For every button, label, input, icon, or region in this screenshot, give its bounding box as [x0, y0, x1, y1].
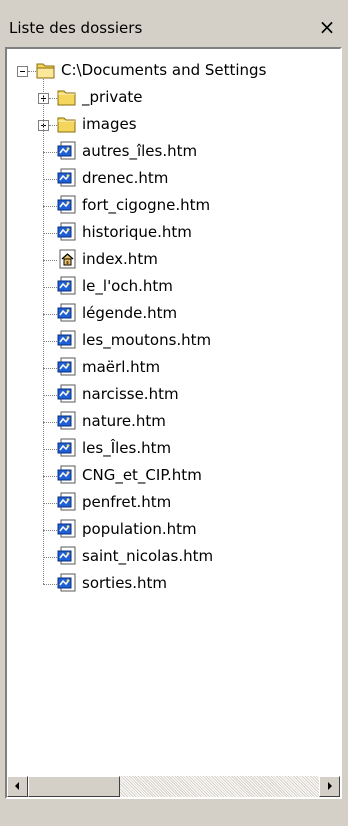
html-page-icon: [57, 222, 77, 242]
tree-file-item[interactable]: maërl.htm: [7, 354, 340, 381]
tree-item-label: saint_nicolas.htm: [82, 547, 214, 565]
tree-folder-item[interactable]: _private: [7, 84, 340, 111]
tree-item-label: le_l'och.htm: [82, 277, 173, 295]
home-page-icon: [57, 249, 77, 269]
folder-tree-view[interactable]: C:\Documents and Settings _privateimages a…: [5, 47, 342, 799]
tree-connector-line: [43, 79, 44, 584]
folder-icon: [57, 87, 77, 107]
tree-file-item[interactable]: drenec.htm: [7, 165, 340, 192]
tree-item-label: historique.htm: [82, 223, 192, 241]
tree-file-item[interactable]: index.htm: [7, 246, 340, 273]
horizontal-scrollbar[interactable]: [7, 776, 340, 797]
html-page-icon: [57, 303, 77, 323]
html-page-icon: [57, 438, 77, 458]
tree-file-item[interactable]: les_moutons.htm: [7, 327, 340, 354]
tree-item-label: narcisse.htm: [82, 385, 179, 403]
close-icon: ×: [318, 15, 336, 39]
html-page-icon: [57, 492, 77, 512]
close-button[interactable]: ×: [316, 16, 338, 38]
scroll-right-button[interactable]: [319, 776, 340, 797]
tree-item-label: C:\Documents and Settings: [61, 61, 267, 79]
html-page-icon: [57, 330, 77, 350]
tree-file-item[interactable]: population.htm: [7, 516, 340, 543]
folder-open-icon: [36, 60, 56, 80]
tree-content: C:\Documents and Settings _privateimages a…: [7, 49, 340, 759]
panel-title: Liste des dossiers: [9, 19, 143, 37]
arrow-left-icon: [15, 782, 19, 790]
collapse-minus-icon[interactable]: [17, 66, 28, 77]
tree-file-item[interactable]: légende.htm: [7, 300, 340, 327]
tree-item-label: sorties.htm: [82, 574, 168, 592]
tree-item-label: fort_cigogne.htm: [82, 196, 211, 214]
tree-item-label: légende.htm: [82, 304, 178, 322]
folder-icon: [57, 114, 77, 134]
folder-list-panel: Liste des dossiers × C:\Documents and Se…: [0, 0, 348, 826]
tree-item-label: les_moutons.htm: [82, 331, 212, 349]
tree-item-label: nature.htm: [82, 412, 166, 430]
tree-file-item[interactable]: narcisse.htm: [7, 381, 340, 408]
scrollbar-thumb[interactable]: [28, 776, 120, 797]
tree-file-item[interactable]: autres_îles.htm: [7, 138, 340, 165]
tree-file-item[interactable]: saint_nicolas.htm: [7, 543, 340, 570]
html-page-icon: [57, 141, 77, 161]
tree-item-label: images: [82, 115, 137, 133]
tree-item-label: autres_îles.htm: [82, 142, 198, 160]
html-page-icon: [57, 168, 77, 188]
html-page-icon: [57, 546, 77, 566]
tree-item-label: index.htm: [82, 250, 158, 268]
tree-file-item[interactable]: les_Îles.htm: [7, 435, 340, 462]
tree-file-item[interactable]: historique.htm: [7, 219, 340, 246]
tree-item-label: _private: [82, 88, 143, 106]
tree-item-label: CNG_et_CIP.htm: [82, 466, 202, 484]
tree-file-item[interactable]: sorties.htm: [7, 570, 340, 597]
tree-folder-item[interactable]: C:\Documents and Settings: [7, 57, 340, 84]
html-page-icon: [57, 519, 77, 539]
tree-folder-item[interactable]: images: [7, 111, 340, 138]
tree-item-label: drenec.htm: [82, 169, 169, 187]
panel-titlebar: Liste des dossiers ×: [4, 14, 342, 42]
html-page-icon: [57, 195, 77, 215]
tree-item-label: population.htm: [82, 520, 197, 538]
tree-file-item[interactable]: CNG_et_CIP.htm: [7, 462, 340, 489]
html-page-icon: [57, 357, 77, 377]
html-page-icon: [57, 276, 77, 296]
tree-file-item[interactable]: le_l'och.htm: [7, 273, 340, 300]
html-page-icon: [57, 573, 77, 593]
tree-item-label: les_Îles.htm: [82, 439, 172, 457]
scroll-left-button[interactable]: [7, 776, 28, 797]
tree-file-item[interactable]: penfret.htm: [7, 489, 340, 516]
arrow-right-icon: [328, 782, 332, 790]
tree-file-item[interactable]: nature.htm: [7, 408, 340, 435]
tree-file-item[interactable]: fort_cigogne.htm: [7, 192, 340, 219]
html-page-icon: [57, 384, 77, 404]
tree-item-label: penfret.htm: [82, 493, 172, 511]
html-page-icon: [57, 411, 77, 431]
html-page-icon: [57, 465, 77, 485]
tree-item-label: maërl.htm: [82, 358, 161, 376]
